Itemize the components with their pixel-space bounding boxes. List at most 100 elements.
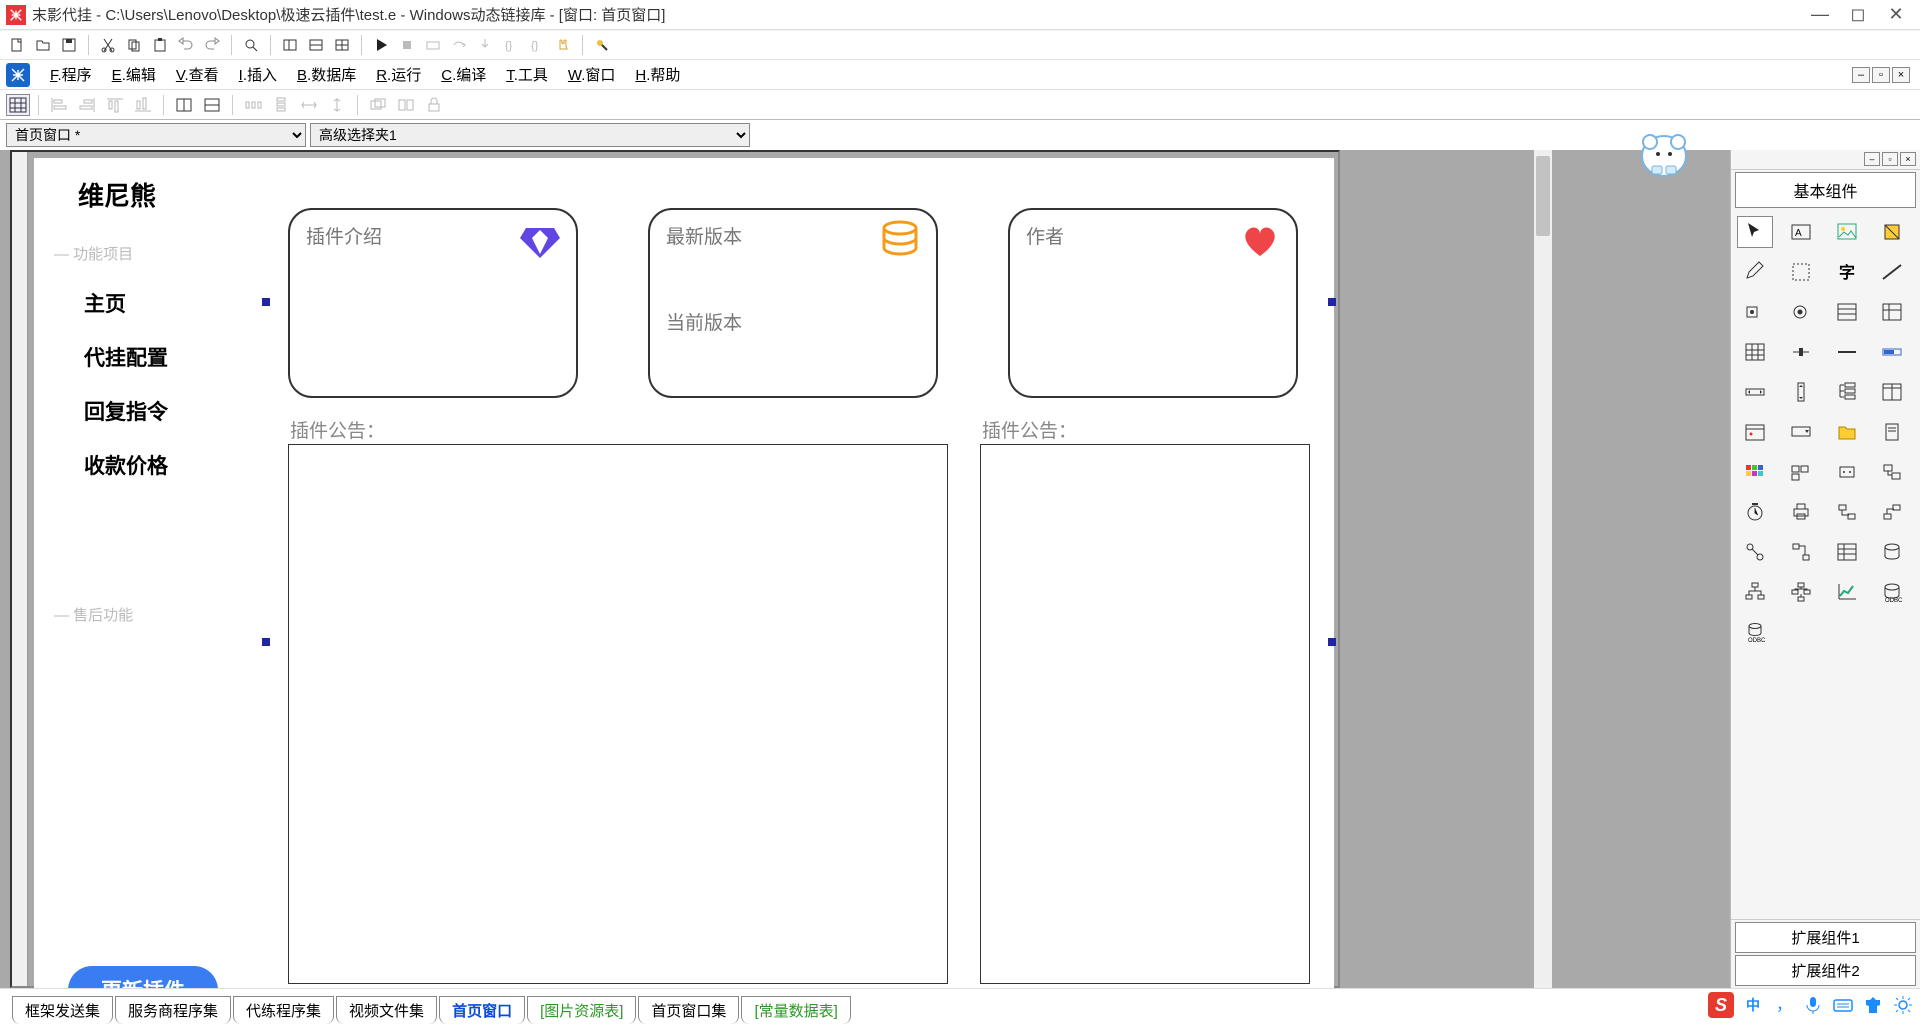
ime-punct-icon[interactable]: ， [1772, 994, 1794, 1016]
palette-flow-icon[interactable] [1783, 536, 1819, 568]
palette-hline-icon[interactable] [1829, 336, 1865, 368]
open-file-icon[interactable] [32, 34, 54, 56]
menu-编辑[interactable]: E.编辑 [102, 64, 166, 85]
palette-timer-icon[interactable] [1737, 496, 1773, 528]
brace1-icon[interactable]: {} [500, 34, 522, 56]
menu-插入[interactable]: I.插入 [229, 64, 287, 85]
stop-icon[interactable] [396, 34, 418, 56]
layout3-icon[interactable] [331, 34, 353, 56]
ime-mic-icon[interactable] [1802, 994, 1824, 1016]
palette-listbox-icon[interactable] [1829, 296, 1865, 328]
card-version[interactable]: 最新版本 当前版本 [648, 208, 938, 398]
ime-skin-icon[interactable] [1862, 994, 1884, 1016]
palette-node-icon[interactable] [1737, 536, 1773, 568]
palette-odbc-icon[interactable]: ODBC [1874, 576, 1910, 608]
menu-帮助[interactable]: H.帮助 [625, 64, 690, 85]
palette-combo-icon[interactable] [1783, 416, 1819, 448]
paste-icon[interactable] [149, 34, 171, 56]
center-v-icon[interactable] [200, 94, 224, 116]
find-icon[interactable] [240, 34, 262, 56]
ime-lang-icon[interactable]: 中 [1742, 994, 1764, 1016]
palette-hscroll-icon[interactable] [1737, 376, 1773, 408]
menu-数据库[interactable]: B.数据库 [287, 64, 366, 85]
announce-box-2[interactable] [980, 444, 1310, 984]
announce-box-1[interactable] [288, 444, 948, 984]
menu-窗口[interactable]: W.窗口 [558, 64, 626, 85]
component-select[interactable]: 高级选择夹1 [310, 123, 750, 147]
step-over-icon[interactable] [448, 34, 470, 56]
maximize-button[interactable]: ◻ [1848, 5, 1868, 25]
palette-listview-icon[interactable] [1874, 296, 1910, 328]
palette-slider-icon[interactable] [1783, 336, 1819, 368]
nav-price[interactable]: 收款价格 [84, 450, 244, 480]
palette-net2-icon[interactable] [1874, 496, 1910, 528]
palette-edit-icon[interactable] [1737, 256, 1773, 288]
menu-编译[interactable]: C.编译 [431, 64, 496, 85]
palette-chart-icon[interactable] [1829, 576, 1865, 608]
palette-label-icon[interactable]: A [1783, 216, 1819, 248]
debug1-icon[interactable] [422, 34, 444, 56]
palette-port-icon[interactable] [1829, 456, 1865, 488]
new-file-icon[interactable] [6, 34, 28, 56]
palette-line-icon[interactable] [1874, 256, 1910, 288]
palette-grid-icon[interactable] [1737, 336, 1773, 368]
palette-print-icon[interactable] [1783, 496, 1819, 528]
close-button[interactable]: ✕ [1886, 5, 1906, 25]
layout2-icon[interactable] [305, 34, 327, 56]
selection-handle[interactable] [262, 298, 270, 306]
nav-reply[interactable]: 回复指令 [84, 396, 244, 426]
palette-max-button[interactable]: ▫ [1882, 152, 1898, 166]
align-left-icon[interactable] [47, 94, 71, 116]
designer-form[interactable]: 维尼熊 功能项目 主页 代挂配置 回复指令 收款价格 售后功能 插件介绍 [34, 158, 1334, 988]
palette-tab-ext1[interactable]: 扩展组件1 [1735, 922, 1916, 953]
copy-icon[interactable] [123, 34, 145, 56]
step-into-icon[interactable] [474, 34, 496, 56]
mdi-minimize-button[interactable]: – [1852, 67, 1870, 83]
palette-net1-icon[interactable] [1829, 496, 1865, 528]
layout1-icon[interactable] [279, 34, 301, 56]
palette-progress-icon[interactable] [1874, 336, 1910, 368]
minimize-button[interactable]: — [1810, 5, 1830, 25]
palette-socket-icon[interactable] [1874, 456, 1910, 488]
align-right-icon[interactable] [75, 94, 99, 116]
update-plugin-button[interactable]: 更新插件 [68, 966, 218, 988]
menu-工具[interactable]: T.工具 [496, 64, 558, 85]
card-plugin-intro[interactable]: 插件介绍 [288, 208, 578, 398]
palette-pointer-icon[interactable] [1737, 216, 1773, 248]
palette-tree3-icon[interactable] [1783, 576, 1819, 608]
dist-v-icon[interactable] [269, 94, 293, 116]
selection-handle[interactable] [1328, 298, 1336, 306]
card-author[interactable]: 作者 [1008, 208, 1298, 398]
palette-radio-icon[interactable] [1783, 296, 1819, 328]
palette-dir-icon[interactable] [1829, 416, 1865, 448]
menu-程序[interactable]: F.程序 [40, 64, 102, 85]
same-w-icon[interactable] [297, 94, 321, 116]
palette-tab-basic[interactable]: 基本组件 [1735, 172, 1916, 208]
menu-查看[interactable]: V.查看 [166, 64, 229, 85]
menu-运行[interactable]: R.运行 [366, 64, 431, 85]
nav-home[interactable]: 主页 [84, 288, 244, 318]
ime-settings-icon[interactable] [1892, 994, 1914, 1016]
grid-icon[interactable] [6, 94, 30, 116]
cut-icon[interactable] [97, 34, 119, 56]
palette-tab-ext2[interactable]: 扩展组件2 [1735, 955, 1916, 986]
palette-panel-icon[interactable] [1783, 256, 1819, 288]
nav-config[interactable]: 代挂配置 [84, 342, 244, 372]
ime-keyboard-icon[interactable] [1832, 994, 1854, 1016]
palette-file-icon[interactable] [1874, 416, 1910, 448]
group-icon[interactable] [366, 94, 390, 116]
lock-icon[interactable] [422, 94, 446, 116]
selection-handle[interactable] [262, 638, 270, 646]
palette-imglist-icon[interactable] [1783, 456, 1819, 488]
undo-icon[interactable] [175, 34, 197, 56]
tool-icon[interactable] [591, 34, 613, 56]
palette-vscroll-icon[interactable] [1783, 376, 1819, 408]
brace2-icon[interactable]: {} [526, 34, 548, 56]
align-bottom-icon[interactable] [131, 94, 155, 116]
palette-image-icon[interactable] [1829, 216, 1865, 248]
run-icon[interactable] [370, 34, 392, 56]
palette-tree-icon[interactable] [1829, 376, 1865, 408]
redo-icon[interactable] [201, 34, 223, 56]
palette-close-button[interactable]: × [1900, 152, 1916, 166]
ungroup-icon[interactable] [394, 94, 418, 116]
